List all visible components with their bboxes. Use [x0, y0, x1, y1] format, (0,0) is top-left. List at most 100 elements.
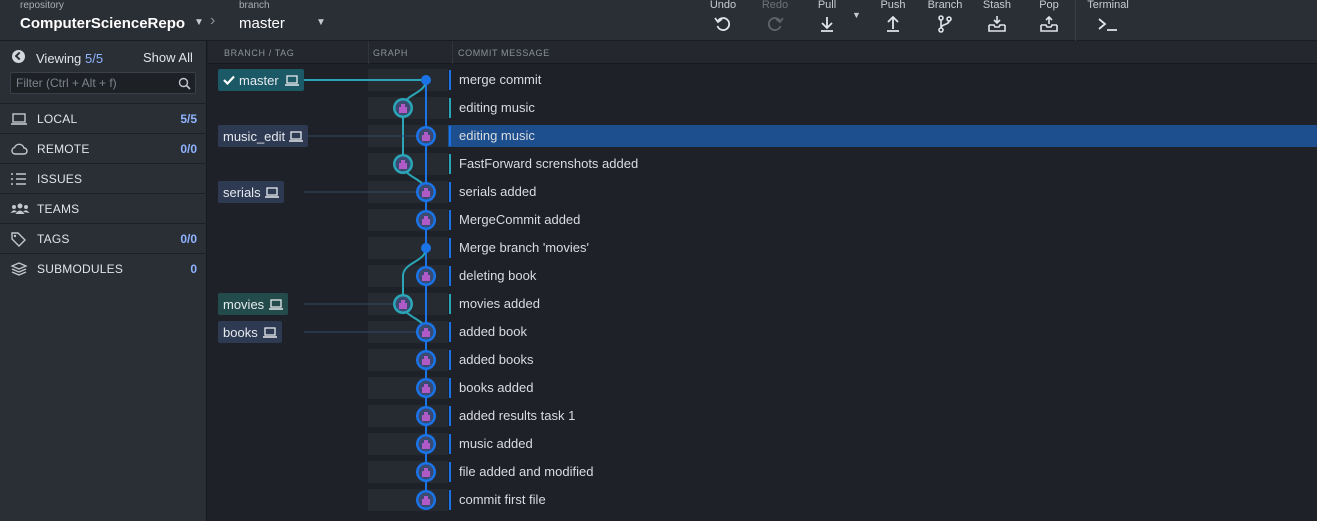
commit-lane-marker	[449, 210, 451, 230]
sidebar-item-label: REMOTE	[37, 142, 90, 156]
filter-box	[10, 72, 196, 94]
branch-ref-music-edit[interactable]: music_edit	[218, 125, 308, 147]
repository-label: repository	[20, 0, 64, 11]
pop-button[interactable]: Pop	[1024, 0, 1074, 40]
sidebar-item-tags[interactable]: TAGS 0/0	[0, 223, 207, 253]
commit-lane-marker	[449, 490, 451, 510]
commit-message[interactable]: FastForward screnshots added	[459, 156, 638, 171]
commit-lane-marker	[449, 126, 451, 146]
branch-ref-serials[interactable]: serials	[218, 181, 284, 203]
commit-lane-marker	[449, 70, 451, 90]
branch-selector[interactable]: master	[239, 15, 285, 32]
toolbar: repository ComputerScienceRepo ▼ › branc…	[0, 0, 1317, 41]
viewing-row: Viewing 5/5 Show All	[0, 41, 207, 71]
sidebar-item-remote[interactable]: REMOTE 0/0	[0, 133, 207, 163]
commit-message[interactable]: editing music	[459, 128, 535, 143]
repository-selector[interactable]: ComputerScienceRepo	[20, 15, 185, 32]
laptop-icon	[11, 113, 27, 125]
sidebar-item-count: 0/0	[180, 142, 197, 156]
merge-commit-node[interactable]	[421, 243, 431, 253]
commit-lane-marker	[449, 154, 451, 174]
branch-ref-label: movies	[223, 297, 265, 312]
commit-lane-marker	[449, 98, 451, 118]
commit-message[interactable]: file added and modified	[459, 464, 593, 479]
local-laptop-icon	[265, 187, 279, 198]
branch-ref-books[interactable]: books	[218, 321, 282, 343]
branch-tag-column-header[interactable]: BRANCH / TAG	[224, 48, 294, 58]
commit-message[interactable]: music added	[459, 436, 533, 451]
sidebar-item-count: 0	[190, 262, 197, 276]
undo-icon	[714, 17, 731, 31]
pop-stash-icon	[1040, 15, 1058, 32]
column-header: BRANCH / TAG GRAPH COMMIT MESSAGE	[208, 41, 1317, 64]
local-laptop-icon	[285, 75, 299, 86]
stash-label: Stash	[982, 0, 1012, 11]
sidebar-item-issues[interactable]: ISSUES	[0, 163, 207, 193]
undo-button[interactable]: Undo	[698, 0, 748, 40]
pull-options-dropdown-icon[interactable]: ▼	[852, 10, 861, 20]
commit-message[interactable]: deleting book	[459, 268, 536, 283]
download-icon	[821, 17, 833, 32]
branch-button-label: Branch	[927, 0, 963, 11]
redo-label: Redo	[761, 0, 789, 11]
branch-ref-master[interactable]: master	[218, 69, 304, 91]
branch-button[interactable]: Branch	[920, 0, 970, 40]
show-all-button[interactable]: Show All	[143, 50, 193, 65]
merge-commit-node[interactable]	[421, 75, 431, 85]
back-circle-icon[interactable]	[12, 50, 25, 63]
sidebar-item-label: TEAMS	[37, 202, 80, 216]
push-label: Push	[880, 0, 906, 11]
local-laptop-icon	[289, 131, 303, 142]
branch-ref-label: master	[239, 73, 279, 88]
sidebar-item-label: TAGS	[37, 232, 70, 246]
commit-message[interactable]: movies added	[459, 296, 540, 311]
sidebar-item-label: LOCAL	[37, 112, 78, 126]
commit-lane-marker	[449, 378, 451, 398]
redo-button[interactable]: Redo	[750, 0, 800, 40]
commit-message[interactable]: editing music	[459, 100, 535, 115]
stash-icon	[988, 16, 1006, 32]
pull-label: Pull	[817, 0, 837, 11]
sidebar-item-local[interactable]: LOCAL 5/5	[0, 103, 207, 133]
commit-lane-marker	[449, 406, 451, 426]
terminal-button[interactable]: Terminal	[1082, 0, 1134, 40]
sidebar-item-label: SUBMODULES	[37, 262, 124, 276]
branch-ref-label: music_edit	[223, 129, 286, 144]
commit-message[interactable]: added book	[459, 324, 527, 339]
cloud-icon	[11, 143, 28, 155]
commit-lane-marker	[449, 238, 451, 258]
terminal-icon	[1098, 18, 1117, 31]
stash-button[interactable]: Stash	[972, 0, 1022, 40]
graph-row-background	[368, 237, 448, 259]
local-laptop-icon	[263, 327, 277, 338]
commit-lane-marker	[449, 266, 451, 286]
commit-message[interactable]: Merge branch 'movies'	[459, 240, 589, 255]
repository-dropdown-icon[interactable]: ▼	[194, 17, 204, 28]
selected-commit-row[interactable]	[448, 125, 1317, 147]
pull-button[interactable]: Pull	[802, 0, 852, 40]
viewing-count: 5/5	[85, 51, 104, 66]
sidebar-item-count: 5/5	[180, 112, 197, 126]
filter-input[interactable]	[16, 75, 171, 91]
commit-lane-marker	[449, 294, 451, 314]
undo-label: Undo	[709, 0, 737, 11]
commit-message-column-header[interactable]: COMMIT MESSAGE	[458, 48, 550, 58]
column-divider[interactable]	[452, 41, 453, 64]
sidebar-item-submodules[interactable]: SUBMODULES 0	[0, 253, 207, 283]
sidebar-item-label: ISSUES	[37, 172, 83, 186]
push-button[interactable]: Push	[868, 0, 918, 40]
branch-label: branch	[239, 0, 270, 11]
commit-message[interactable]: serials added	[459, 184, 536, 199]
commit-message[interactable]: added books	[459, 352, 533, 367]
branch-ref-movies[interactable]: movies	[218, 293, 288, 315]
commit-message[interactable]: books added	[459, 380, 533, 395]
graph-column-header[interactable]: GRAPH	[373, 48, 408, 58]
commit-message[interactable]: merge commit	[459, 72, 541, 87]
column-divider[interactable]	[368, 41, 369, 64]
commit-message[interactable]: MergeCommit added	[459, 212, 580, 227]
sidebar-item-teams[interactable]: TEAMS	[0, 193, 207, 223]
sidebar-item-count: 0/0	[180, 232, 197, 246]
commit-message[interactable]: added results task 1	[459, 408, 575, 423]
branch-dropdown-icon[interactable]: ▼	[316, 17, 326, 28]
commit-message[interactable]: commit first file	[459, 492, 546, 507]
